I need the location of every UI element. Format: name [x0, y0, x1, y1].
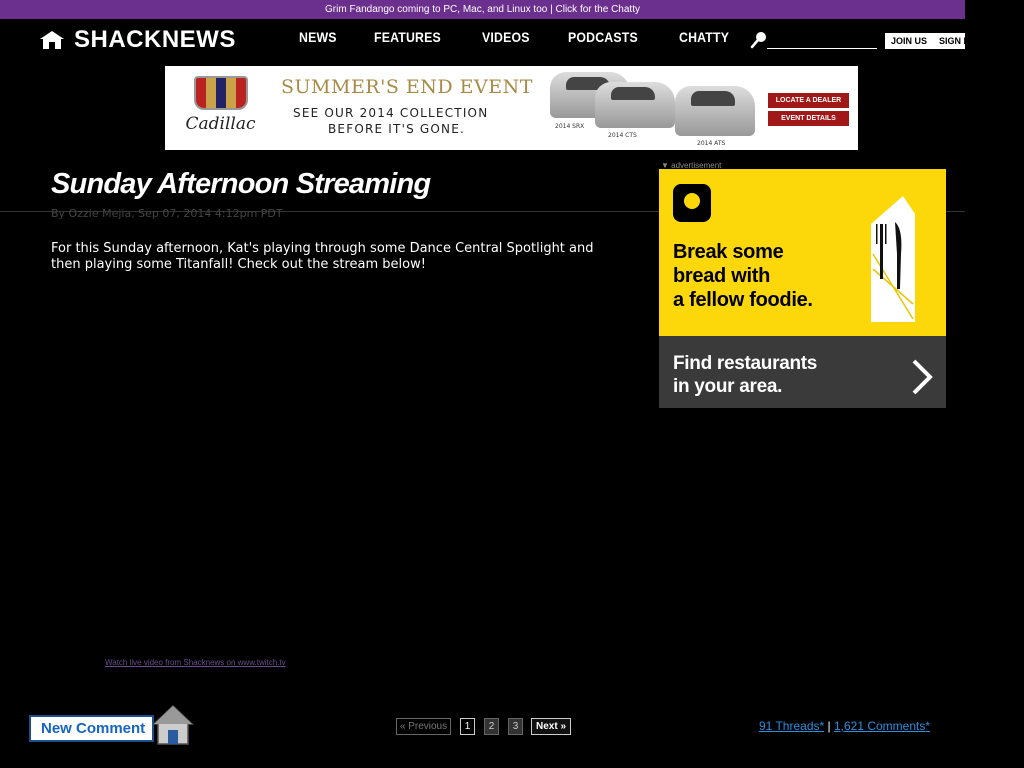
twitch-link[interactable]: Watch live video from Shacknews on www.t… — [105, 658, 286, 667]
site-logo[interactable]: SHACKNEWS — [38, 26, 236, 53]
join-us-link[interactable]: JOIN US — [885, 36, 933, 46]
event-details-button[interactable]: EVENT DETAILS — [768, 111, 849, 126]
page-1-button[interactable]: 1 — [460, 718, 475, 735]
nav-podcasts[interactable]: PODCASTS — [568, 29, 638, 45]
article-body: For this Sunday afternoon, Kat's playing… — [51, 241, 594, 272]
promo-bar[interactable]: Grim Fandango coming to PC, Mac, and Lin… — [0, 0, 965, 19]
car-image-ats — [675, 86, 755, 136]
cadillac-logo: Cadillac — [183, 76, 258, 144]
cadillac-crest-icon — [193, 76, 248, 110]
article-title: Sunday Afternoon Streaming — [51, 168, 431, 200]
house-logo-icon — [40, 31, 64, 49]
yp-logo-icon — [673, 184, 711, 222]
nav-features[interactable]: FEATURES — [374, 29, 441, 45]
auth-links: JOIN US SIGN IN — [885, 33, 965, 49]
banner-headline: SUMMER'S END EVENT — [281, 76, 533, 98]
comment-stats: 91 Threads* | 1,621 Comments* — [759, 719, 930, 733]
car-label-srx: 2014 SRX — [555, 123, 585, 130]
previous-page-button[interactable]: « Previous — [396, 718, 451, 735]
search-input[interactable] — [767, 32, 877, 49]
promo-chatty-link[interactable]: Click for the Chatty — [556, 4, 640, 15]
car-label-ats: 2014 ATS — [697, 140, 726, 147]
new-comment-button[interactable]: New Comment — [29, 715, 154, 742]
promo-separator: | — [550, 4, 553, 15]
side-ad-footer-line: in your area. — [673, 376, 783, 397]
side-ad-top: Break some bread with a fellow foodie. — [659, 169, 946, 336]
car-label-cts: 2014 CTS — [608, 132, 637, 139]
page-2-button[interactable]: 2 — [484, 718, 499, 735]
side-ad-headline-line: bread with — [673, 265, 771, 287]
page-3-button[interactable]: 3 — [508, 718, 523, 735]
banner-subline-1: SEE OUR 2014 COLLECTION — [293, 106, 489, 120]
search-icon[interactable] — [750, 31, 768, 49]
site-header: SHACKNEWS NEWS FEATURES VIDEOS PODCASTS … — [0, 19, 965, 63]
napkin-cutlery-icon — [871, 196, 915, 322]
chevron-right-icon[interactable] — [906, 357, 936, 397]
side-ad[interactable]: Break some bread with a fellow foodie. F… — [659, 169, 946, 408]
main-nav: NEWS FEATURES VIDEOS PODCASTS CHATTY — [283, 29, 752, 45]
side-ad-footer-line: Find restaurants — [673, 353, 818, 374]
nav-chatty[interactable]: CHATTY — [679, 29, 729, 45]
cadillac-wordmark: Cadillac — [185, 114, 256, 134]
side-ad-headline-line: Break some — [673, 241, 784, 263]
comments-link[interactable]: 1,621 Comments* — [834, 719, 930, 733]
nav-videos[interactable]: VIDEOS — [482, 29, 530, 45]
threads-link[interactable]: 91 Threads* — [759, 719, 824, 733]
article-byline: By Ozzie Mejia, Sep 07, 2014 4:12pm PDT — [51, 207, 283, 220]
promo-headline[interactable]: Grim Fandango coming to PC, Mac, and Lin… — [325, 4, 547, 15]
logo-text: SHACKNEWS — [74, 26, 236, 53]
side-ad-footer: Find restaurants in your area. — [673, 352, 817, 398]
house-comment-icon — [152, 704, 194, 745]
side-ad-headline: Break some bread with a fellow foodie. — [673, 240, 813, 312]
side-ad-headline-line: a fellow foodie. — [673, 289, 813, 311]
next-page-button[interactable]: Next » — [531, 718, 571, 735]
nav-news[interactable]: NEWS — [299, 29, 337, 45]
banner-ad[interactable]: Cadillac SUMMER'S END EVENT SEE OUR 2014… — [165, 66, 858, 150]
stats-separator: | — [827, 719, 831, 733]
locate-dealer-button[interactable]: LOCATE A DEALER — [768, 93, 849, 108]
sign-in-link[interactable]: SIGN IN — [933, 36, 965, 46]
car-image-cts — [595, 82, 675, 128]
banner-subline-2: BEFORE IT'S GONE. — [328, 122, 466, 136]
